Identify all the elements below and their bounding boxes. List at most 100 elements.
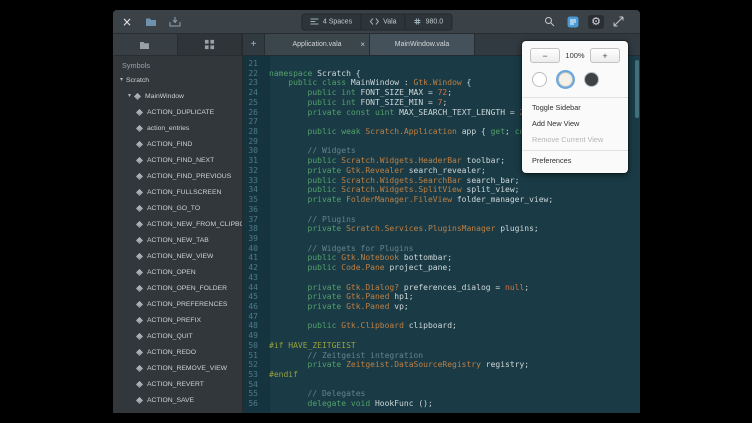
tab-close-button[interactable]: × bbox=[359, 40, 366, 50]
grid-icon bbox=[414, 18, 422, 26]
symbol-item[interactable]: ACTION_OPEN_FOLDER bbox=[113, 280, 242, 296]
tab-label: MainWindow.vala bbox=[395, 41, 449, 48]
new-tab-button[interactable]: + bbox=[243, 34, 265, 55]
line-number: 24 bbox=[243, 88, 264, 98]
symbol-icon bbox=[136, 236, 143, 243]
symbol-item[interactable]: ACTION_FIND_NEXT bbox=[113, 152, 242, 168]
symbol-item[interactable]: ACTION_PREFERENCES bbox=[113, 296, 242, 312]
zoom-in-button[interactable]: + bbox=[590, 48, 620, 63]
editor-scrollbar[interactable] bbox=[634, 56, 639, 413]
symbol-item[interactable]: ACTION_REVERT bbox=[113, 376, 242, 392]
tab-Application.vala[interactable]: Application.vala × bbox=[265, 34, 370, 55]
symbol-icon bbox=[136, 316, 143, 323]
symbol-label: ACTION_QUIT bbox=[147, 333, 193, 340]
line-number: 43 bbox=[243, 273, 264, 283]
symbol-item[interactable]: ACTION_QUIT bbox=[113, 328, 242, 344]
symbol-item[interactable]: ACTION_NEW_FROM_CLIPBOARD bbox=[113, 216, 242, 232]
header-segment-tab-width[interactable]: 4 Spaces bbox=[302, 14, 361, 29]
zoom-level: 100% bbox=[565, 51, 584, 60]
symbol-label: ACTION_PREFERENCES bbox=[147, 301, 227, 308]
zoom-out-button[interactable]: − bbox=[530, 48, 560, 63]
symbol-icon bbox=[136, 156, 143, 163]
color-scheme-picker bbox=[522, 67, 628, 95]
line-number: 23 bbox=[243, 78, 264, 88]
symbol-label: ACTION_PREFIX bbox=[147, 317, 201, 324]
symbol-item[interactable]: ACTION_NEW_TAB bbox=[113, 232, 242, 248]
open-folder-button[interactable] bbox=[142, 15, 160, 28]
sidebar: Symbols ▾Scratch▾MainWindowACTION_DUPLIC… bbox=[113, 34, 243, 413]
line-number: 32 bbox=[243, 166, 264, 176]
symbol-icon bbox=[136, 348, 143, 355]
symbols-view-button[interactable] bbox=[178, 34, 243, 55]
color-scheme-light[interactable] bbox=[532, 72, 547, 87]
line-number: 29 bbox=[243, 137, 264, 147]
expander-icon[interactable]: ▾ bbox=[120, 77, 123, 83]
project-view-button[interactable] bbox=[113, 34, 178, 55]
line-number: 30 bbox=[243, 146, 264, 156]
symbol-item[interactable]: action_entries bbox=[113, 120, 242, 136]
symbol-label: ACTION_FIND bbox=[147, 141, 192, 148]
symbol-icon bbox=[136, 188, 143, 195]
color-scheme-solarized-light[interactable] bbox=[558, 72, 573, 87]
symbol-item[interactable]: ACTION_NEW_VIEW bbox=[113, 248, 242, 264]
fullscreen-button[interactable] bbox=[610, 15, 627, 28]
code-line: 37 // Plugins bbox=[243, 215, 640, 225]
symbol-item[interactable]: ACTION_FIND_PREVIOUS bbox=[113, 168, 242, 184]
symbol-item[interactable]: ACTION_SAVE bbox=[113, 392, 242, 408]
templates-button[interactable] bbox=[564, 15, 582, 29]
symbol-item[interactable]: ACTION_PREFIX bbox=[113, 312, 242, 328]
menu-item-list: Toggle SidebarAdd New ViewRemove Current… bbox=[522, 100, 628, 169]
line-number: 40 bbox=[243, 244, 264, 254]
line-number: 37 bbox=[243, 215, 264, 225]
code-line: 50#if HAVE_ZEITGEIST bbox=[243, 341, 640, 351]
code-line: 38 private Scratch.Services.PluginsManag… bbox=[243, 224, 640, 234]
line-number: 26 bbox=[243, 108, 264, 118]
symbol-item[interactable]: ▾MainWindow bbox=[113, 88, 242, 104]
open-folder-icon bbox=[145, 16, 157, 27]
scrollbar-thumb[interactable] bbox=[635, 60, 639, 118]
code-line: 41 public Gtk.Notebook bottombar; bbox=[243, 253, 640, 263]
symbol-icon bbox=[136, 396, 143, 403]
tab-MainWindow.vala[interactable]: MainWindow.vala bbox=[370, 34, 475, 55]
app-menu-button[interactable]: ⚙ bbox=[588, 15, 604, 29]
line-number: 33 bbox=[243, 176, 264, 186]
window-close-button[interactable]: × bbox=[122, 16, 132, 28]
symbol-label: ACTION_SAVE_AS bbox=[147, 413, 207, 414]
line-number: 55 bbox=[243, 389, 264, 399]
symbol-item[interactable]: ACTION_DUPLICATE bbox=[113, 104, 242, 120]
code-line: 56 delegate void HookFunc (); bbox=[243, 399, 640, 409]
line-number: 49 bbox=[243, 331, 264, 341]
symbols-tree: ▾Scratch▾MainWindowACTION_DUPLICATEactio… bbox=[113, 72, 242, 413]
tab-label: Application.vala bbox=[292, 41, 341, 48]
symbol-label: ACTION_FIND_PREVIOUS bbox=[147, 173, 231, 180]
menu-item-add-new-view[interactable]: Add New View bbox=[522, 116, 628, 132]
header-segment-language[interactable]: Vala bbox=[361, 14, 406, 29]
symbol-item[interactable]: ACTION_OPEN bbox=[113, 264, 242, 280]
save-as-icon bbox=[169, 16, 181, 27]
line-number: 25 bbox=[243, 98, 264, 108]
expander-icon[interactable]: ▾ bbox=[128, 93, 131, 99]
line-number: 34 bbox=[243, 185, 264, 195]
code-line: 42 public Code.Pane project_pane; bbox=[243, 263, 640, 273]
symbol-item[interactable]: ACTION_REDO bbox=[113, 344, 242, 360]
symbol-label: ACTION_NEW_FROM_CLIPBOARD bbox=[147, 221, 242, 228]
line-number: 39 bbox=[243, 234, 264, 244]
header-segment-position[interactable]: 980.0 bbox=[406, 14, 452, 29]
gear-icon: ⚙ bbox=[591, 16, 601, 28]
menu-item-preferences[interactable]: Preferences bbox=[522, 153, 628, 169]
line-number: 21 bbox=[243, 59, 264, 69]
symbol-icon bbox=[136, 220, 143, 227]
symbol-label: ACTION_SAVE bbox=[147, 397, 194, 404]
symbol-item[interactable]: ACTION_FIND bbox=[113, 136, 242, 152]
symbol-item[interactable]: ACTION_FULLSCREEN bbox=[113, 184, 242, 200]
symbol-item[interactable]: ACTION_REMOVE_VIEW bbox=[113, 360, 242, 376]
color-scheme-dark[interactable] bbox=[584, 72, 599, 87]
save-as-button[interactable] bbox=[166, 15, 184, 28]
symbol-item[interactable]: ACTION_SAVE_AS bbox=[113, 408, 242, 413]
symbol-item[interactable]: ACTION_GO_TO bbox=[113, 200, 242, 216]
menu-item-toggle-sidebar[interactable]: Toggle Sidebar bbox=[522, 100, 628, 116]
fullscreen-icon bbox=[613, 16, 624, 27]
symbol-item[interactable]: ▾Scratch bbox=[113, 72, 242, 88]
code-line: 45 private Gtk.Paned hp1; bbox=[243, 292, 640, 302]
search-button[interactable] bbox=[541, 15, 558, 28]
